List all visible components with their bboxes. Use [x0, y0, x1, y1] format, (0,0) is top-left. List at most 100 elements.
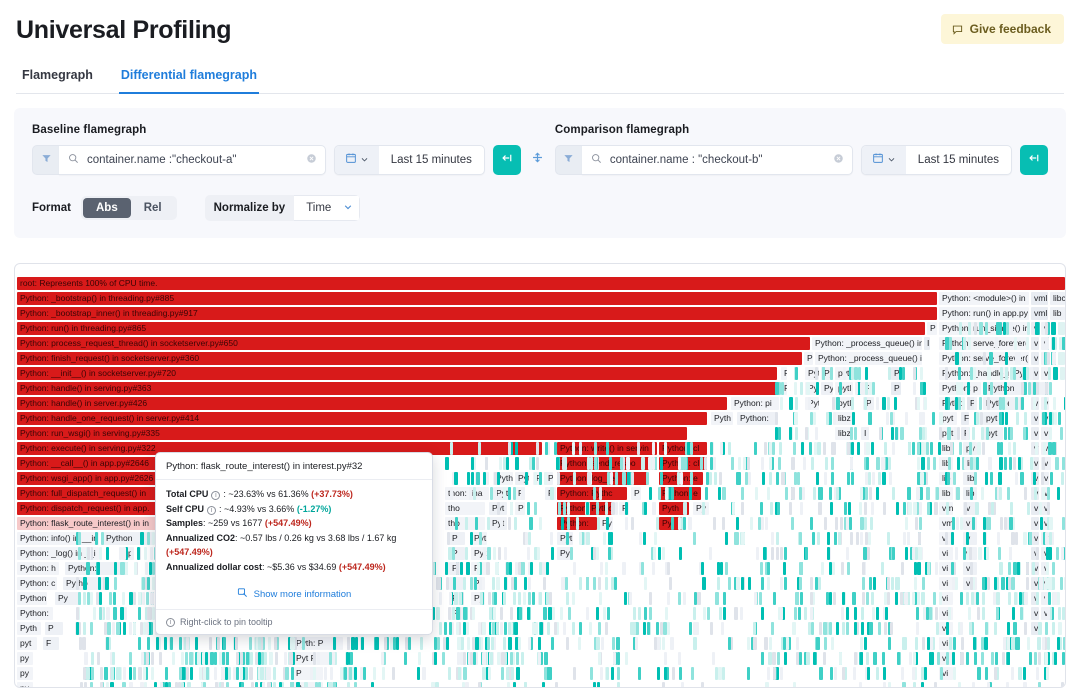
flamegraph-frame[interactable]: [771, 547, 774, 560]
flamegraph-frame[interactable]: [948, 457, 951, 470]
flamegraph-frame[interactable]: [446, 637, 449, 650]
flamegraph-frame[interactable]: [878, 622, 881, 635]
flamegraph-frame[interactable]: [667, 622, 670, 635]
flamegraph-frame[interactable]: root: Represents 100% of CPU time.: [17, 277, 1065, 290]
flamegraph-frame[interactable]: [482, 667, 485, 680]
flamegraph-frame[interactable]: [970, 562, 973, 575]
flamegraph-frame[interactable]: vm: [939, 517, 953, 530]
flamegraph-frame[interactable]: [799, 562, 802, 575]
flamegraph-frame[interactable]: [852, 412, 855, 425]
flamegraph-frame[interactable]: [597, 682, 600, 688]
flamegraph-frame[interactable]: [958, 682, 961, 688]
flamegraph-frame[interactable]: [586, 502, 589, 515]
flamegraph-frame[interactable]: [882, 397, 886, 410]
flamegraph-frame[interactable]: [738, 457, 741, 470]
flamegraph-frame[interactable]: [144, 682, 147, 688]
flamegraph-frame[interactable]: [500, 622, 503, 635]
flamegraph-frame[interactable]: [631, 517, 634, 530]
flamegraph-frame[interactable]: [304, 682, 307, 688]
flamegraph-frame[interactable]: [1060, 367, 1065, 380]
flamegraph-frame[interactable]: [1042, 487, 1046, 500]
flamegraph-frame[interactable]: [854, 652, 857, 665]
flamegraph-frame[interactable]: [922, 637, 925, 650]
flamegraph-frame[interactable]: [679, 667, 682, 680]
flamegraph-frame[interactable]: [728, 442, 731, 455]
flamegraph-frame[interactable]: [896, 502, 899, 515]
flamegraph-frame[interactable]: [862, 577, 865, 590]
flamegraph-frame[interactable]: [931, 652, 934, 665]
flamegraph-frame[interactable]: [977, 607, 980, 620]
flamegraph-frame[interactable]: [919, 517, 922, 530]
flamegraph-frame[interactable]: [671, 487, 674, 500]
flamegraph-frame[interactable]: [285, 667, 289, 680]
flamegraph-frame[interactable]: [1019, 592, 1022, 605]
flamegraph-frame[interactable]: [240, 652, 243, 665]
flamegraph-frame[interactable]: [573, 562, 576, 575]
flamegraph-frame[interactable]: [518, 592, 521, 605]
flamegraph-frame[interactable]: Python: _bootstrap_inner() in threading.…: [17, 307, 937, 320]
flamegraph-frame[interactable]: [662, 637, 665, 650]
flamegraph-frame[interactable]: [791, 517, 795, 530]
flamegraph-frame[interactable]: [986, 427, 989, 440]
flamegraph-frame[interactable]: py: [17, 652, 33, 665]
flamegraph-frame[interactable]: [736, 577, 740, 590]
flamegraph-frame[interactable]: [222, 652, 225, 665]
flamegraph-frame[interactable]: [617, 652, 620, 665]
flamegraph-frame[interactable]: [138, 592, 142, 605]
flamegraph-frame[interactable]: [470, 577, 473, 590]
flamegraph-frame[interactable]: [181, 652, 184, 665]
flamegraph-frame[interactable]: [1002, 397, 1005, 410]
flamegraph-frame[interactable]: [806, 382, 809, 395]
flamegraph-frame[interactable]: [987, 682, 990, 688]
flamegraph-frame[interactable]: [496, 577, 500, 590]
flamegraph-frame[interactable]: [596, 637, 600, 650]
flamegraph-frame[interactable]: [600, 667, 603, 680]
flamegraph-frame[interactable]: [649, 607, 653, 620]
flamegraph-frame[interactable]: [518, 562, 521, 575]
flamegraph-frame[interactable]: [816, 472, 819, 485]
flamegraph-frame[interactable]: [1004, 457, 1007, 470]
flamegraph-frame[interactable]: [865, 472, 868, 485]
flamegraph-frame[interactable]: [647, 622, 651, 635]
flamegraph-frame[interactable]: [836, 397, 840, 410]
flamegraph-frame[interactable]: [713, 457, 717, 470]
flamegraph-frame[interactable]: [967, 397, 970, 410]
flamegraph-frame[interactable]: [958, 367, 961, 380]
flamegraph-frame[interactable]: [384, 637, 387, 650]
flamegraph-frame[interactable]: [513, 682, 516, 688]
flamegraph-frame[interactable]: [508, 442, 511, 455]
flamegraph-frame[interactable]: [586, 607, 589, 620]
flamegraph-frame[interactable]: [1027, 502, 1030, 515]
flamegraph-frame[interactable]: [641, 562, 644, 575]
flamegraph-frame[interactable]: [709, 547, 712, 560]
flamegraph-frame[interactable]: [819, 622, 822, 635]
flamegraph-frame[interactable]: [866, 427, 869, 440]
flamegraph-frame[interactable]: [83, 592, 86, 605]
flamegraph-frame[interactable]: [974, 472, 977, 485]
flamegraph-frame[interactable]: [922, 577, 925, 590]
flamegraph-frame[interactable]: [1046, 562, 1049, 575]
flamegraph-frame[interactable]: [439, 592, 442, 605]
flamegraph-frame[interactable]: [78, 592, 81, 605]
flamegraph-frame[interactable]: [80, 682, 83, 688]
flamegraph-frame[interactable]: pytl: [835, 382, 853, 395]
flamegraph-frame[interactable]: [741, 502, 744, 515]
flamegraph-frame[interactable]: [289, 652, 293, 665]
flamegraph-frame[interactable]: [901, 562, 904, 575]
flamegraph-frame[interactable]: [989, 352, 993, 365]
flamegraph-frame[interactable]: [625, 502, 628, 515]
flamegraph-frame[interactable]: P: [804, 352, 813, 365]
flamegraph-frame[interactable]: [330, 682, 333, 688]
flamegraph-frame[interactable]: [576, 517, 579, 530]
flamegraph-frame[interactable]: [596, 547, 599, 560]
flamegraph-frame[interactable]: [800, 502, 803, 515]
flamegraph-frame[interactable]: [897, 652, 900, 665]
flamegraph-frame[interactable]: [775, 427, 778, 440]
flamegraph-frame[interactable]: [104, 667, 107, 680]
flamegraph-frame[interactable]: [913, 682, 916, 688]
flamegraph-frame[interactable]: [511, 667, 514, 680]
flamegraph-frame[interactable]: [249, 667, 252, 680]
flamegraph-frame[interactable]: [701, 682, 705, 688]
flamegraph-frame[interactable]: [101, 532, 104, 545]
flamegraph-frame[interactable]: [141, 652, 144, 665]
